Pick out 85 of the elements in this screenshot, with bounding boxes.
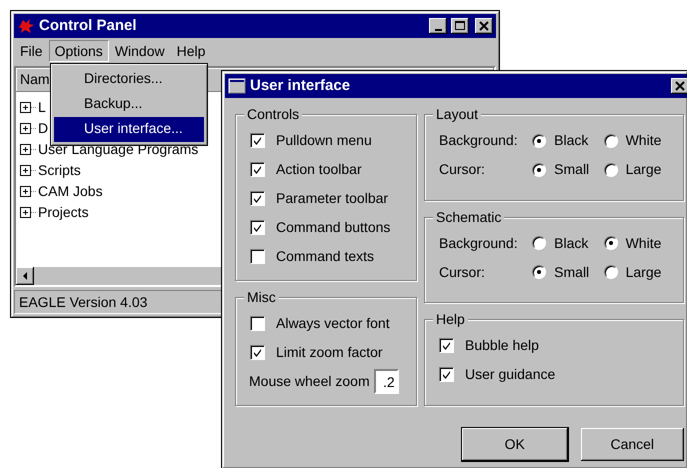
checkbox-label[interactable]: Limit zoom factor: [276, 344, 383, 361]
expand-icon[interactable]: [20, 165, 38, 176]
checkbox[interactable]: [250, 220, 265, 235]
minimize-icon: [434, 29, 442, 31]
zoom-field[interactable]: .2: [374, 369, 399, 394]
checkbox[interactable]: [250, 249, 265, 264]
menu-item[interactable]: File: [14, 40, 49, 62]
expand-icon[interactable]: [20, 207, 38, 218]
checkbox[interactable]: [439, 338, 454, 354]
maximize-icon: [453, 20, 467, 32]
checkbox-label[interactable]: User guidance: [465, 366, 556, 384]
splat-icon: [17, 18, 35, 34]
scroll-left-button[interactable]: [16, 267, 34, 285]
checkbox[interactable]: [250, 191, 265, 206]
radio-button[interactable]: [532, 265, 546, 280]
close-button[interactable]: [475, 18, 493, 34]
checkbox-label[interactable]: Parameter toolbar: [276, 190, 388, 207]
tree-item[interactable]: User Language Programs: [38, 141, 198, 158]
group-label: Schematic: [433, 208, 504, 226]
row-label: Cursor:: [439, 161, 486, 178]
checkbox[interactable]: [250, 345, 265, 360]
cancel-button[interactable]: Cancel: [580, 428, 684, 461]
checkbox-label[interactable]: Action toolbar: [276, 161, 362, 178]
window-title: User interface: [250, 77, 352, 95]
left-arrow-icon: [21, 272, 29, 280]
expand-icon[interactable]: [20, 144, 38, 155]
checkbox-label[interactable]: Command buttons: [276, 219, 390, 236]
checkbox[interactable]: [439, 367, 454, 382]
radio-button[interactable]: [532, 162, 546, 176]
close-button[interactable]: [671, 78, 687, 94]
check-icon: [252, 134, 263, 146]
radio-button[interactable]: [604, 134, 618, 148]
check-icon: [441, 340, 452, 352]
window-icon: [228, 78, 246, 94]
expand-icon[interactable]: [20, 102, 38, 113]
menu-item[interactable]: Directories...: [54, 67, 204, 92]
radio-label[interactable]: Small: [554, 161, 604, 178]
radio-label[interactable]: Large: [626, 161, 675, 178]
row-label: Cursor:: [439, 264, 486, 281]
tree-item[interactable]: CAM Jobs: [38, 183, 103, 200]
checkbox[interactable]: [250, 133, 265, 148]
window-title: Control Panel: [39, 17, 138, 35]
check-icon: [252, 222, 263, 234]
checkbox-label[interactable]: Bubble help: [465, 337, 539, 354]
check-icon: [252, 164, 263, 176]
expand-icon[interactable]: [20, 123, 38, 134]
tree-item[interactable]: Scripts: [38, 162, 81, 179]
tree-item[interactable]: D: [38, 120, 48, 137]
maximize-button[interactable]: [451, 18, 469, 34]
radio-button[interactable]: [604, 236, 618, 250]
expand-icon[interactable]: [20, 186, 38, 197]
menu-item[interactable]: User interface...: [54, 117, 204, 142]
group-label: Layout: [433, 106, 482, 123]
field-label: Mouse wheel zoom: [249, 373, 370, 390]
radio-label[interactable]: Small: [554, 264, 604, 281]
menu-item[interactable]: Backup...: [54, 92, 204, 117]
radio-label[interactable]: White: [626, 132, 675, 149]
checkbox[interactable]: [250, 316, 265, 331]
close-icon: [477, 20, 491, 32]
radio-button[interactable]: [532, 236, 546, 250]
group-label: Help: [433, 311, 468, 328]
menu-item[interactable]: Help: [170, 40, 212, 62]
check-icon: [441, 368, 452, 381]
tree-item[interactable]: Projects: [38, 204, 89, 221]
radio-label[interactable]: Large: [626, 264, 675, 281]
row-label: Background:: [439, 132, 519, 149]
check-icon: [252, 192, 263, 204]
radio-label[interactable]: Black: [554, 132, 604, 149]
checkbox-label[interactable]: Pulldown menu: [276, 132, 372, 149]
close-icon: [673, 80, 687, 92]
menu-item[interactable]: Window: [108, 40, 171, 62]
radio-label[interactable]: White: [626, 234, 675, 252]
minimize-button[interactable]: [429, 18, 447, 34]
menu-item[interactable]: Options: [48, 40, 109, 62]
check-icon: [252, 346, 263, 358]
ok-button[interactable]: OK: [462, 428, 568, 461]
radio-label[interactable]: Black: [554, 234, 604, 252]
checkbox-label[interactable]: Command texts: [276, 248, 374, 265]
row-label: Background:: [439, 234, 519, 252]
radio-button[interactable]: [532, 134, 546, 148]
radio-button[interactable]: [604, 162, 618, 176]
tree-item[interactable]: L: [38, 99, 46, 116]
radio-button[interactable]: [604, 265, 618, 280]
checkbox-label[interactable]: Always vector font: [276, 315, 390, 332]
checkbox[interactable]: [250, 162, 265, 177]
